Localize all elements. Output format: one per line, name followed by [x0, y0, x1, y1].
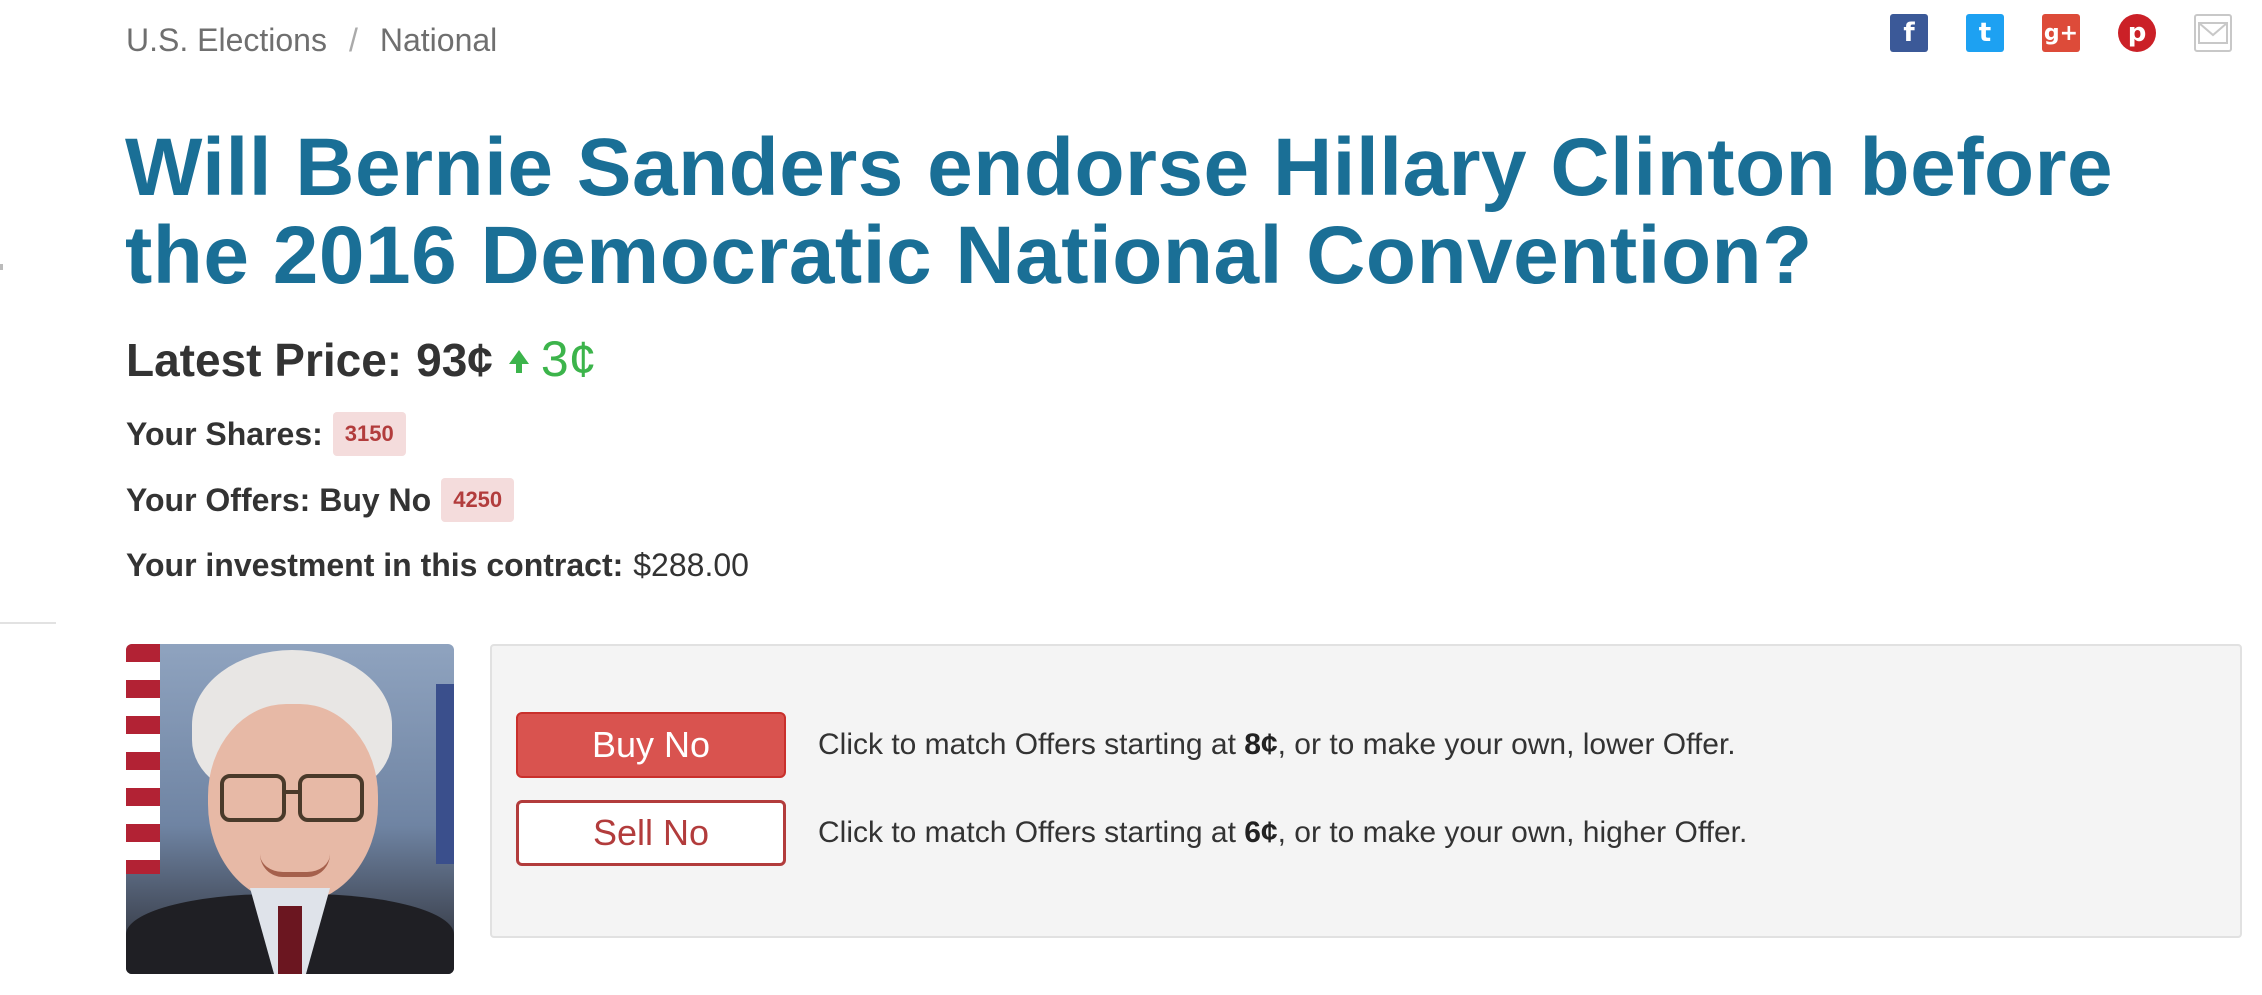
edge-divider — [0, 622, 56, 624]
your-offers: Your Offers: Buy No 4250 — [126, 478, 515, 522]
twitter-icon[interactable]: t — [1966, 14, 2004, 52]
latest-price: Latest Price: 93¢ 3¢ — [126, 330, 597, 388]
latest-price-label: Latest Price: — [126, 334, 403, 386]
your-shares: Your Shares: 3150 — [126, 412, 406, 456]
breadcrumb-national[interactable]: National — [380, 22, 497, 59]
your-investment: Your investment in this contract: $288.0… — [126, 547, 749, 584]
google-plus-icon[interactable]: g+ — [2042, 14, 2080, 52]
arrow-up-icon — [508, 350, 529, 373]
buy-text-before: Click to match Offers starting at — [818, 728, 1245, 761]
page-title: Will Bernie Sanders endorse Hillary Clin… — [125, 122, 2114, 301]
price-change: 3¢ — [540, 331, 597, 387]
investment-amount: $288.00 — [633, 547, 749, 583]
sell-description: Click to match Offers starting at 6¢, or… — [818, 816, 1747, 850]
breadcrumb: U.S. Elections / National — [126, 22, 497, 59]
latest-price-value: 93¢ — [416, 334, 493, 386]
sell-text-before: Click to match Offers starting at — [818, 816, 1245, 849]
edge-mark — [0, 264, 3, 270]
pinterest-icon[interactable]: p — [2118, 14, 2156, 52]
breadcrumb-separator: / — [348, 22, 358, 58]
sell-row: Sell No Click to match Offers starting a… — [516, 800, 1747, 866]
buy-no-button[interactable]: Buy No — [516, 712, 786, 778]
breadcrumb-us-elections[interactable]: U.S. Elections — [126, 22, 327, 59]
offers-count-badge[interactable]: 4250 — [441, 478, 515, 522]
share-bar: f t g+ p — [1890, 14, 2232, 52]
shares-count-badge: 3150 — [332, 412, 406, 456]
investment-label: Your investment in this contract: — [126, 547, 624, 583]
facebook-icon[interactable]: f — [1890, 14, 1928, 52]
your-shares-label: Your Shares: — [126, 415, 323, 452]
buy-price: 8¢ — [1244, 728, 1278, 761]
candidate-photo — [126, 644, 454, 974]
sell-price: 6¢ — [1244, 816, 1278, 849]
trade-action-panel: Buy No Click to match Offers starting at… — [490, 644, 2242, 938]
buy-row: Buy No Click to match Offers starting at… — [516, 712, 1736, 778]
sell-text-after: , or to make your own, higher Offer. — [1277, 816, 1748, 849]
email-icon[interactable] — [2194, 14, 2232, 52]
sell-no-button[interactable]: Sell No — [516, 800, 786, 866]
your-offers-label: Your Offers: Buy No — [126, 481, 432, 518]
buy-text-after: , or to make your own, lower Offer. — [1277, 728, 1736, 761]
buy-description: Click to match Offers starting at 8¢, or… — [818, 728, 1736, 762]
